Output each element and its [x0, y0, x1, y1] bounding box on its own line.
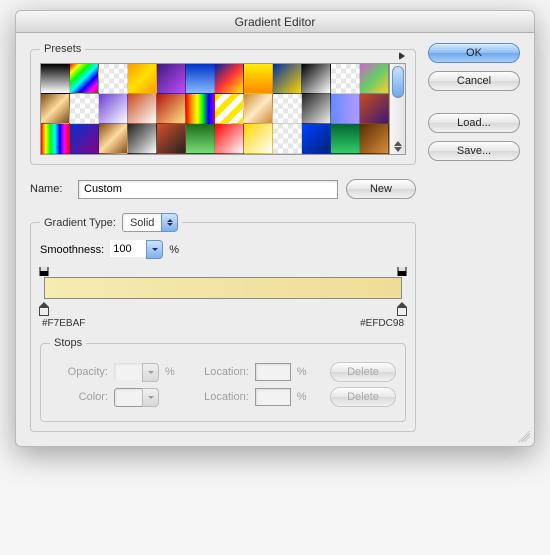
preset-swatch[interactable]	[273, 94, 302, 124]
new-button[interactable]: New	[346, 179, 416, 199]
preset-swatch[interactable]	[128, 94, 157, 124]
gradient-bar-area: #F7EBAF #EFDC98	[40, 267, 406, 329]
color-stop-right[interactable]	[397, 303, 407, 316]
color-stop-left[interactable]	[39, 303, 49, 316]
gradient-bar[interactable]	[44, 277, 402, 299]
presets-grid[interactable]	[40, 63, 390, 155]
opacity-input	[114, 363, 142, 380]
preset-swatch[interactable]	[273, 124, 302, 154]
scroll-thumb[interactable]	[392, 66, 404, 98]
preset-swatch[interactable]	[244, 64, 273, 94]
location1-input	[255, 363, 291, 381]
preset-swatch[interactable]	[41, 64, 70, 94]
stops-fieldset: Stops Opacity: % Location: % Delete	[40, 337, 406, 422]
location2-label: Location:	[191, 391, 249, 403]
opacity-stop-track[interactable]	[44, 267, 402, 277]
preset-swatch[interactable]	[157, 64, 186, 94]
cancel-button[interactable]: Cancel	[428, 71, 520, 91]
preset-swatch[interactable]	[157, 124, 186, 154]
preset-swatch[interactable]	[215, 94, 244, 124]
color-label: Color:	[50, 391, 108, 403]
color-dropdown-icon	[142, 388, 159, 407]
stepper-icon	[161, 213, 178, 232]
opacity-dropdown-icon	[142, 363, 159, 382]
preset-swatch[interactable]	[215, 124, 244, 154]
window-title: Gradient Editor	[235, 15, 316, 29]
gradient-type-select[interactable]: Solid	[122, 213, 178, 232]
location2-unit: %	[297, 391, 307, 403]
preset-swatch[interactable]	[244, 124, 273, 154]
color-input-wrap	[114, 388, 159, 407]
opacity-stop-left[interactable]	[40, 267, 49, 276]
preset-swatch[interactable]	[331, 124, 360, 154]
preset-swatch[interactable]	[302, 94, 331, 124]
scroll-up-icon[interactable]	[394, 141, 402, 146]
resize-grip-icon[interactable]	[518, 430, 530, 442]
smoothness-input[interactable]	[110, 240, 146, 257]
location2-input	[255, 388, 291, 406]
preset-swatch[interactable]	[128, 124, 157, 154]
preset-swatch[interactable]	[70, 94, 99, 124]
color-stop-track[interactable]	[44, 300, 402, 316]
opacity-label: Opacity:	[50, 366, 108, 378]
save-button[interactable]: Save...	[428, 141, 520, 161]
preset-swatch[interactable]	[41, 124, 70, 154]
preset-swatch[interactable]	[360, 94, 389, 124]
preset-swatch[interactable]	[302, 124, 331, 154]
gradient-type-value: Solid	[122, 213, 161, 232]
gradient-type-fieldset: Gradient Type: Solid Smoothness:	[30, 213, 416, 432]
name-label: Name:	[30, 183, 70, 195]
preset-swatch[interactable]	[302, 64, 331, 94]
gradient-type-label: Gradient Type:	[44, 217, 116, 229]
smoothness-label: Smoothness:	[40, 244, 104, 256]
scroll-down-icon[interactable]	[394, 147, 402, 152]
gradient-type-legend-row: Gradient Type: Solid	[40, 213, 182, 232]
location1-unit: %	[297, 366, 307, 378]
presets-scrollbar[interactable]	[390, 63, 406, 155]
presets-fieldset: Presets	[30, 43, 416, 165]
preset-swatch[interactable]	[70, 124, 99, 154]
preset-swatch[interactable]	[41, 94, 70, 124]
preset-swatch[interactable]	[157, 94, 186, 124]
opacity-stop-right[interactable]	[398, 267, 407, 276]
presets-flyout-icon[interactable]	[399, 52, 405, 60]
opacity-unit: %	[165, 366, 175, 378]
smoothness-unit: %	[169, 244, 179, 256]
ok-button[interactable]: OK	[428, 43, 520, 63]
window-titlebar[interactable]: Gradient Editor	[16, 11, 534, 33]
right-hex-label: #EFDC98	[360, 318, 404, 329]
preset-swatch[interactable]	[273, 64, 302, 94]
stops-legend: Stops	[50, 337, 86, 349]
delete-color-stop-button: Delete	[330, 387, 396, 407]
smoothness-input-wrap[interactable]	[110, 240, 163, 259]
preset-swatch[interactable]	[128, 64, 157, 94]
left-hex-label: #F7EBAF	[42, 318, 85, 329]
smoothness-dropdown-icon[interactable]	[146, 240, 163, 259]
preset-swatch[interactable]	[70, 64, 99, 94]
preset-swatch[interactable]	[99, 64, 128, 94]
load-button[interactable]: Load...	[428, 113, 520, 133]
preset-swatch[interactable]	[186, 124, 215, 154]
preset-swatch[interactable]	[186, 64, 215, 94]
preset-swatch[interactable]	[244, 94, 273, 124]
name-input[interactable]	[78, 180, 338, 199]
gradient-editor-window: Gradient Editor Presets	[15, 10, 535, 447]
preset-swatch[interactable]	[360, 124, 389, 154]
preset-swatch[interactable]	[99, 124, 128, 154]
preset-swatch[interactable]	[99, 94, 128, 124]
presets-legend: Presets	[40, 43, 85, 55]
preset-swatch[interactable]	[331, 94, 360, 124]
preset-swatch[interactable]	[331, 64, 360, 94]
location1-label: Location:	[191, 366, 249, 378]
preset-swatch[interactable]	[215, 64, 244, 94]
delete-opacity-stop-button: Delete	[330, 362, 396, 382]
opacity-input-wrap	[114, 363, 159, 382]
preset-swatch[interactable]	[186, 94, 215, 124]
preset-swatch[interactable]	[360, 64, 389, 94]
